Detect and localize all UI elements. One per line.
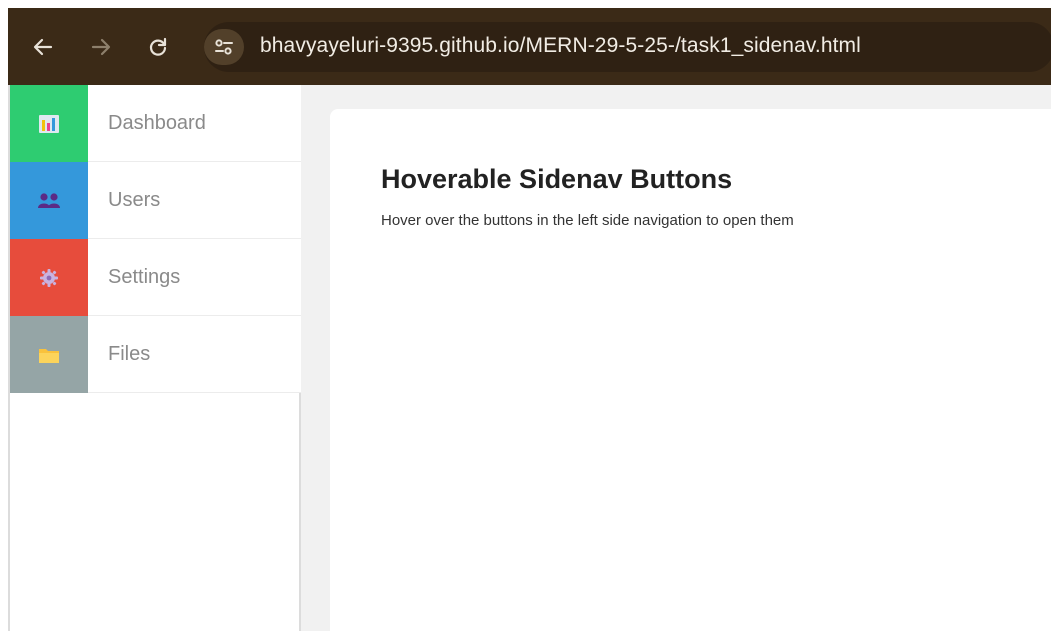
folder-icon (39, 348, 59, 363)
main-content: Hoverable Sidenav Buttons Hover over the… (330, 109, 1051, 631)
sidenav-item-files[interactable]: Files (10, 316, 301, 393)
sidenav-item-users[interactable]: Users (10, 162, 301, 239)
bar-chart-icon (39, 114, 59, 133)
sidenav-icon-tab[interactable] (10, 162, 88, 239)
forward-button[interactable] (88, 34, 114, 60)
sidenav-item-label: Files (108, 343, 151, 365)
back-button[interactable] (30, 34, 56, 60)
tune-icon (215, 39, 233, 55)
arrow-right-icon (91, 38, 111, 56)
page-title: Hoverable Sidenav Buttons (381, 164, 733, 194)
browser-toolbar: bhavyayeluri-9395.github.io/MERN-29-5-25… (8, 8, 1051, 85)
reload-icon (149, 37, 167, 56)
sidenav-item-settings[interactable]: Settings (10, 239, 301, 316)
sidenav-icon-tab[interactable] (10, 316, 88, 393)
site-info-button[interactable] (204, 29, 244, 65)
url-text[interactable]: bhavyayeluri-9395.github.io/MERN-29-5-25… (260, 34, 861, 58)
users-icon (38, 192, 60, 208)
reload-button[interactable] (145, 34, 171, 60)
sidenav-icon-tab[interactable] (10, 239, 88, 316)
sidenav-item-label: Dashboard (108, 112, 206, 134)
sidenav-item-dashboard[interactable]: Dashboard (10, 85, 301, 162)
arrow-left-icon (33, 38, 53, 56)
gear-icon (40, 268, 58, 287)
page-description: Hover over the buttons in the left side … (381, 212, 794, 229)
page-viewport: Dashboard Users Settings Files Hoverable… (8, 85, 1051, 631)
sidenav: Dashboard Users Settings Files (8, 85, 301, 631)
sidenav-icon-tab[interactable] (10, 85, 88, 162)
sidenav-item-label: Users (108, 189, 161, 211)
sidenav-item-label: Settings (108, 266, 181, 288)
